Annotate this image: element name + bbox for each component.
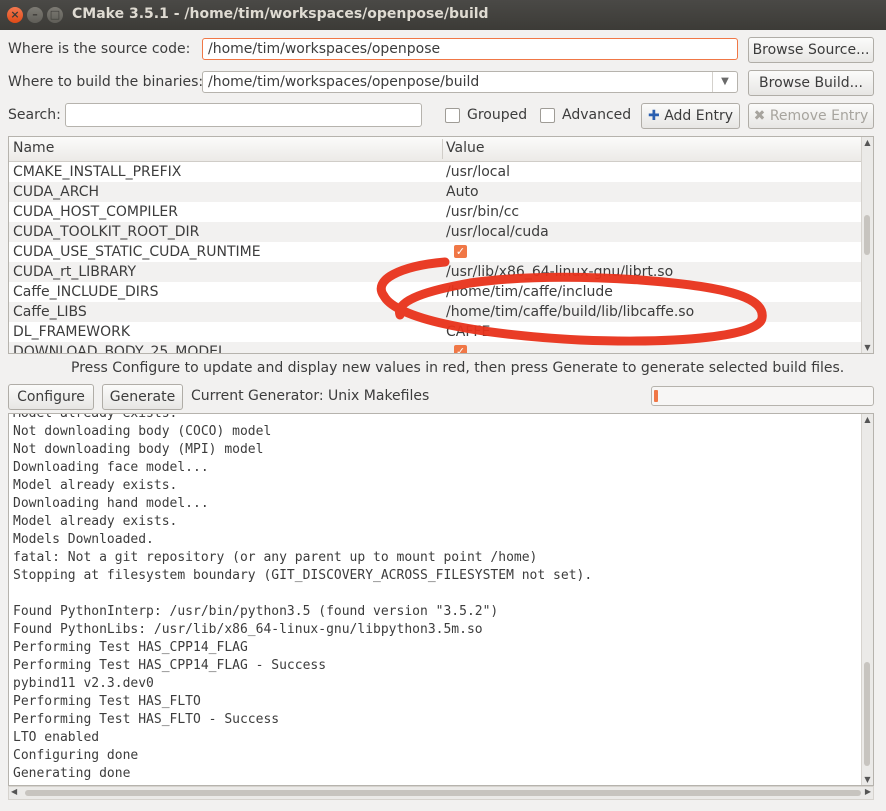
- log-line: Model already exists.: [13, 478, 178, 493]
- log-line: Not downloading body (MPI) model: [13, 442, 264, 457]
- entry-name: CUDA_HOST_COMPILER: [13, 204, 178, 220]
- column-divider: [442, 139, 443, 159]
- entry-value[interactable]: /usr/local/cuda: [446, 222, 549, 242]
- name-column-header[interactable]: Name: [13, 140, 54, 156]
- log-line: Found PythonInterp: /usr/bin/python3.5 (…: [13, 604, 499, 619]
- grouped-label: Grouped: [467, 107, 528, 123]
- log-line: Performing Test HAS_FLTO: [13, 694, 201, 709]
- log-line: Downloading hand model...: [13, 496, 209, 511]
- log-line: Found PythonLibs: /usr/lib/x86_64-linux-…: [13, 622, 483, 637]
- entry-value[interactable]: /usr/local: [446, 162, 510, 182]
- scroll-right-icon[interactable]: ▶: [865, 787, 871, 796]
- entry-name: CUDA_ARCH: [13, 184, 100, 200]
- plus-icon: ✚: [648, 108, 660, 124]
- scroll-left-icon[interactable]: ◀: [11, 787, 17, 796]
- entry-value-checkbox[interactable]: ✓: [454, 245, 467, 258]
- entry-name: CMAKE_INSTALL_PREFIX: [13, 164, 182, 180]
- window-title: CMake 3.5.1 - /home/tim/workspaces/openp…: [72, 6, 489, 22]
- scroll-up-icon[interactable]: ▲: [862, 138, 873, 147]
- search-label: Search:: [8, 107, 61, 123]
- entry-name: CUDA_USE_STATIC_CUDA_RUNTIME: [13, 244, 261, 260]
- table-row[interactable]: Caffe_LIBS/home/tim/caffe/build/lib/libc…: [9, 302, 863, 322]
- table-row[interactable]: Caffe_INCLUDE_DIRS/home/tim/caffe/includ…: [9, 282, 863, 302]
- entry-value[interactable]: /home/tim/caffe/include: [446, 282, 613, 302]
- log-line: Not downloading body (COCO) model: [13, 424, 272, 439]
- table-row[interactable]: DL_FRAMEWORK CAFFE: [9, 322, 863, 342]
- log-scrollbar[interactable]: ▲ ▼: [861, 414, 873, 785]
- entry-name: DOWNLOAD_BODY_25_MODEL: [13, 344, 226, 354]
- log-line: Models Downloaded.: [13, 532, 154, 547]
- entry-value[interactable]: /usr/bin/cc: [446, 202, 519, 222]
- log-line: Performing Test HAS_FLTO - Success: [13, 712, 280, 727]
- remove-icon: ✖: [753, 108, 766, 124]
- scroll-down-icon[interactable]: ▼: [862, 775, 873, 784]
- log-line: Model already exists.: [13, 413, 178, 421]
- log-horizontal-thumb[interactable]: [25, 790, 861, 796]
- entry-value[interactable]: Auto: [446, 182, 479, 202]
- grouped-checkbox[interactable]: [445, 108, 460, 123]
- log-horizontal-scrollbar[interactable]: ◀ ▶: [8, 786, 874, 800]
- build-label: Where to build the binaries:: [8, 74, 204, 90]
- log-line: pybind11 v2.3.dev0: [13, 676, 154, 691]
- log-line: LTO enabled: [13, 730, 100, 745]
- entry-value[interactable]: /usr/lib/x86_64-linux-gnu/librt.so: [446, 262, 673, 282]
- table-row[interactable]: CUDA_ARCH Auto: [9, 182, 863, 202]
- log-line: Model already exists.: [13, 514, 178, 529]
- advanced-checkbox[interactable]: [540, 108, 555, 123]
- configure-button[interactable]: Configure: [8, 384, 94, 410]
- table-row[interactable]: CMAKE_INSTALL_PREFIX/usr/local: [9, 162, 863, 182]
- table-scrollbar[interactable]: ▲ ▼: [861, 137, 873, 353]
- remove-entry-label: Remove Entry: [769, 108, 869, 124]
- log-line: Generating done: [13, 766, 131, 781]
- entry-value[interactable]: CAFFE: [446, 322, 490, 342]
- scroll-down-icon[interactable]: ▼: [862, 343, 873, 352]
- entry-value[interactable]: /home/tim/caffe/build/lib/libcaffe.so: [446, 302, 694, 322]
- scroll-up-icon[interactable]: ▲: [862, 415, 873, 424]
- add-entry-button[interactable]: ✚ Add Entry: [641, 103, 740, 129]
- hint-text: Press Configure to update and display ne…: [71, 360, 845, 376]
- entry-name: Caffe_INCLUDE_DIRS: [13, 284, 159, 300]
- remove-entry-button[interactable]: ✖ Remove Entry: [748, 103, 874, 129]
- browse-source-button[interactable]: Browse Source...: [748, 37, 874, 63]
- build-path-combo[interactable]: /home/tim/workspaces/openpose/build ▼: [202, 71, 738, 93]
- entry-value-checkbox[interactable]: ✓: [454, 345, 467, 353]
- entry-name: CUDA_TOOLKIT_ROOT_DIR: [13, 224, 200, 240]
- table-row[interactable]: CUDA_USE_STATIC_CUDA_RUNTIME ✓: [9, 242, 863, 262]
- log-line: Downloading face model...: [13, 460, 209, 475]
- build-path-value: /home/tim/workspaces/openpose/build: [208, 74, 480, 90]
- entry-name: DL_FRAMEWORK: [13, 324, 131, 340]
- source-path-input[interactable]: /home/tim/workspaces/openpose: [202, 38, 738, 60]
- progress-bar: [651, 386, 874, 406]
- table-row[interactable]: CUDA_HOST_COMPILER/usr/bin/cc: [9, 202, 863, 222]
- chevron-down-icon[interactable]: ▼: [712, 72, 737, 92]
- maximize-icon[interactable]: □: [47, 7, 63, 23]
- output-log[interactable]: Model already exists. Not downloading bo…: [8, 413, 874, 786]
- generate-button[interactable]: Generate: [102, 384, 183, 410]
- log-line: Performing Test HAS_CPP14_FLAG - Success: [13, 658, 327, 673]
- cache-table[interactable]: Name Value CMAKE_INSTALL_PREFIX/usr/loca…: [8, 136, 874, 354]
- table-row[interactable]: DOWNLOAD_BODY_25_MODEL ✓: [9, 342, 863, 354]
- minimize-icon[interactable]: –: [27, 7, 43, 23]
- log-line: Performing Test HAS_CPP14_FLAG: [13, 640, 248, 655]
- log-line: Configuring done: [13, 748, 139, 763]
- entry-name: Caffe_LIBS: [13, 304, 87, 320]
- generator-text: Current Generator: Unix Makefiles: [191, 388, 430, 404]
- log-line: Stopping at filesystem boundary (GIT_DIS…: [13, 568, 593, 583]
- source-label: Where is the source code:: [8, 41, 191, 57]
- advanced-label: Advanced: [562, 107, 632, 123]
- value-column-header[interactable]: Value: [446, 140, 484, 156]
- title-bar: × – □ CMake 3.5.1 - /home/tim/workspaces…: [0, 0, 886, 30]
- browse-build-button[interactable]: Browse Build...: [748, 70, 874, 96]
- log-scroll-thumb[interactable]: [864, 662, 870, 766]
- progress-fill: [654, 390, 658, 402]
- close-icon[interactable]: ×: [7, 7, 23, 23]
- table-row[interactable]: CUDA_TOOLKIT_ROOT_DIR/usr/local/cuda: [9, 222, 863, 242]
- log-line: fatal: Not a git repository (or any pare…: [13, 550, 538, 565]
- entry-name: CUDA_rt_LIBRARY: [13, 264, 137, 280]
- add-entry-label: Add Entry: [664, 108, 733, 124]
- table-header: Name Value: [9, 137, 863, 162]
- table-row[interactable]: CUDA_rt_LIBRARY/usr/lib/x86_64-linux-gnu…: [9, 262, 863, 282]
- table-scroll-thumb[interactable]: [864, 215, 870, 255]
- search-input[interactable]: [65, 103, 422, 127]
